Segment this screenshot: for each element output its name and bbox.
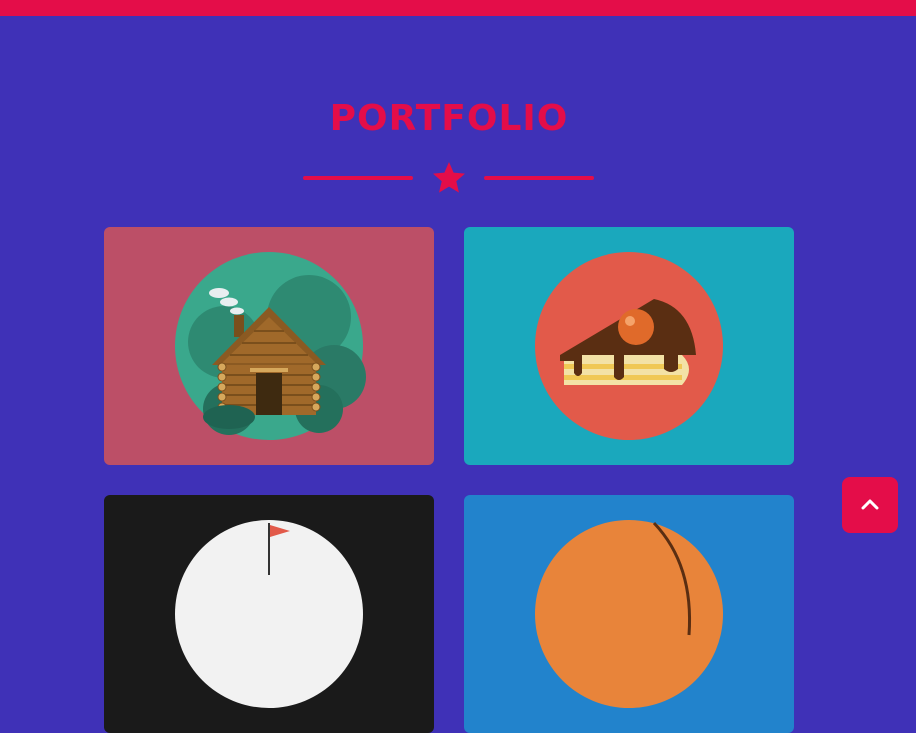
title-divider	[303, 160, 595, 200]
top-nav-bar	[0, 0, 916, 16]
cake-slice-illustration	[535, 252, 723, 440]
portfolio-item-golf-flag[interactable]	[104, 495, 434, 733]
divider-line-left	[303, 176, 413, 180]
section-title: PORTFOLIO	[329, 98, 569, 139]
golf-flag-illustration	[175, 520, 363, 708]
portfolio-item-basketball[interactable]	[464, 495, 794, 733]
scroll-to-top-button[interactable]	[842, 477, 898, 533]
portfolio-item-log-cabin[interactable]	[104, 227, 434, 465]
log-cabin-illustration	[175, 252, 366, 440]
portfolio-item-cake-slice[interactable]	[464, 227, 794, 465]
basketball-illustration	[535, 520, 723, 708]
divider-line-right	[484, 176, 594, 180]
star-icon	[433, 162, 465, 193]
chevron-up-icon	[861, 499, 879, 510]
